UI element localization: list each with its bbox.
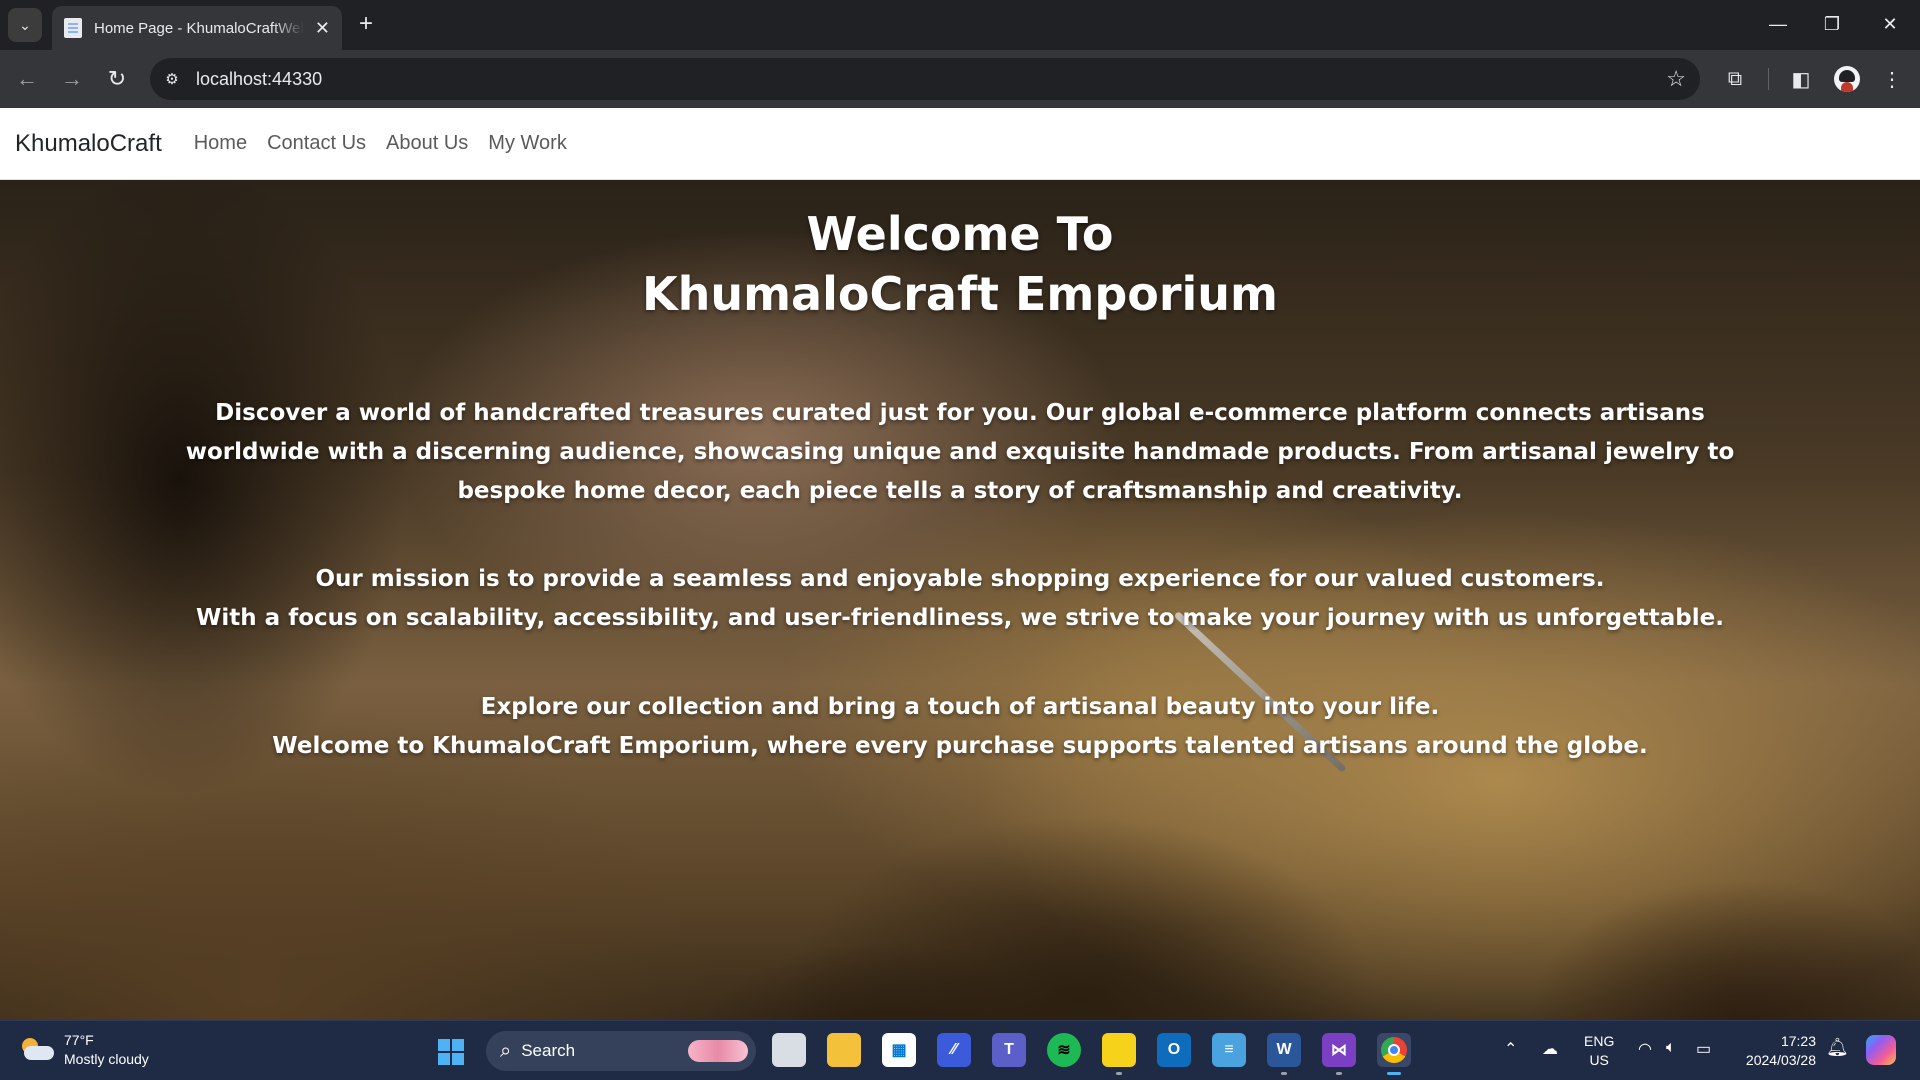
explore-paragraph: Explore our collection and bring a touch…: [0, 688, 1920, 766]
browser-toolbar: ← → ↻ ⚙ localhost:44330 ☆ ⧉ ◧ ⋮: [0, 50, 1920, 108]
task-view-icon[interactable]: [772, 1033, 806, 1067]
bookmark-star-icon[interactable]: ☆: [1666, 66, 1686, 92]
extensions-icon[interactable]: ⧉: [1719, 63, 1751, 95]
forward-icon[interactable]: →: [55, 62, 89, 96]
notification-bell-icon[interactable]: 🔔︎: [1826, 1037, 1849, 1058]
mission-line1: Our mission is to provide a seamless and…: [315, 566, 1605, 592]
reload-icon[interactable]: ↻: [100, 62, 134, 96]
nav-link-contact-us[interactable]: Contact Us: [267, 132, 366, 155]
restore-icon[interactable]: ❐: [1810, 8, 1854, 40]
mission-line2: With a focus on scalability, accessibili…: [196, 605, 1724, 631]
address-bar[interactable]: ⚙ localhost:44330 ☆: [150, 58, 1700, 100]
weather-widget[interactable]: 77°F Mostly cloudy: [20, 1031, 149, 1069]
battery-icon[interactable]: ▭: [1696, 1039, 1711, 1059]
windows-start-icon[interactable]: [438, 1039, 464, 1065]
wifi-icon[interactable]: ◠: [1638, 1039, 1652, 1059]
word-icon[interactable]: W: [1267, 1033, 1301, 1075]
app-icon[interactable]: ⁄⁄: [937, 1033, 971, 1067]
tab-favicon-icon: [64, 18, 82, 38]
lang-line2: US: [1589, 1052, 1609, 1068]
mission-paragraph: Our mission is to provide a seamless and…: [0, 560, 1920, 638]
profile-avatar[interactable]: [1834, 66, 1860, 92]
hero-title-line2: KhumaloCraft Emporium: [641, 267, 1278, 321]
intro-paragraph: Discover a world of handcrafted treasure…: [185, 400, 1735, 504]
search-highlight-icon: [688, 1040, 748, 1062]
site-navbar: KhumaloCraft Home Contact Us About Us My…: [0, 108, 1920, 180]
microsoft-store-icon[interactable]: ▦: [882, 1033, 916, 1067]
chevron-up-icon[interactable]: ⌃: [1504, 1039, 1517, 1059]
url-text[interactable]: localhost:44330: [196, 69, 322, 90]
site-info-icon[interactable]: ⚙: [156, 63, 188, 95]
hero-title-line1: Welcome To: [806, 207, 1114, 261]
explore-line2: Welcome to KhumaloCraft Emporium, where …: [272, 733, 1648, 759]
windows-taskbar: 77°F Mostly cloudy ⌕ Search ▦ ⁄⁄ T ≋ O ≡…: [0, 1020, 1920, 1080]
weather-desc: Mostly cloudy: [64, 1051, 149, 1067]
nav-link-my-work[interactable]: My Work: [488, 132, 567, 155]
browser-tab-strip: ⌄ Home Page - KhumaloCraftWeb ✕ + — ❐ ✕: [0, 0, 1920, 50]
web-page: KhumaloCraft Home Contact Us About Us My…: [0, 108, 1920, 1020]
browser-tab-active[interactable]: Home Page - KhumaloCraftWeb ✕: [52, 6, 342, 50]
nav-link-home[interactable]: Home: [194, 132, 247, 155]
search-icon: ⌕: [500, 1039, 512, 1062]
partly-cloudy-icon: [20, 1038, 54, 1062]
menu-icon[interactable]: ⋮: [1876, 63, 1908, 95]
explore-line1: Explore our collection and bring a touch…: [480, 694, 1440, 720]
onedrive-icon[interactable]: ☁: [1542, 1039, 1558, 1059]
minimize-icon[interactable]: —: [1756, 8, 1800, 40]
visual-studio-icon[interactable]: ⋈: [1322, 1033, 1356, 1075]
hero-section: Welcome To KhumaloCraft Emporium Discove…: [0, 180, 1920, 1020]
close-window-icon[interactable]: ✕: [1868, 8, 1912, 40]
copilot-icon[interactable]: [1866, 1035, 1896, 1065]
chrome-icon[interactable]: [1377, 1033, 1411, 1075]
taskbar-search[interactable]: ⌕ Search: [486, 1031, 756, 1071]
side-panel-icon[interactable]: ◧: [1785, 63, 1817, 95]
clock-date: 2024/03/28: [1745, 1052, 1816, 1068]
nav-link-about-us[interactable]: About Us: [386, 132, 468, 155]
lang-line1: ENG: [1584, 1033, 1615, 1049]
notepad-icon[interactable]: ≡: [1212, 1033, 1246, 1067]
new-tab-icon[interactable]: +: [352, 10, 380, 38]
navbar-brand[interactable]: KhumaloCraft: [15, 130, 162, 158]
language-indicator[interactable]: ENG US: [1584, 1032, 1614, 1070]
volume-icon[interactable]: 🔈︎: [1666, 1039, 1676, 1057]
back-icon[interactable]: ←: [10, 62, 44, 96]
toolbar-separator: [1768, 68, 1769, 90]
hero-title: Welcome To KhumaloCraft Emporium: [0, 204, 1920, 324]
teams-icon[interactable]: T: [992, 1033, 1026, 1067]
file-explorer-icon[interactable]: [827, 1033, 861, 1067]
clock[interactable]: 17:23 2024/03/28: [1736, 1032, 1816, 1070]
spotify-icon[interactable]: ≋: [1047, 1033, 1081, 1067]
sticky-notes-icon[interactable]: [1102, 1033, 1136, 1075]
tab-search-icon[interactable]: ⌄: [8, 8, 42, 42]
outlook-icon[interactable]: O: [1157, 1033, 1191, 1067]
clock-time: 17:23: [1780, 1033, 1816, 1049]
weather-temp: 77°F: [64, 1032, 94, 1048]
search-label: Search: [521, 1041, 576, 1060]
tab-title: Home Page - KhumaloCraftWeb: [94, 19, 304, 37]
tab-close-icon[interactable]: ✕: [315, 18, 330, 39]
navbar-links: Home Contact Us About Us My Work: [184, 132, 577, 155]
hero-content: Welcome To KhumaloCraft Emporium Discove…: [0, 180, 1920, 766]
